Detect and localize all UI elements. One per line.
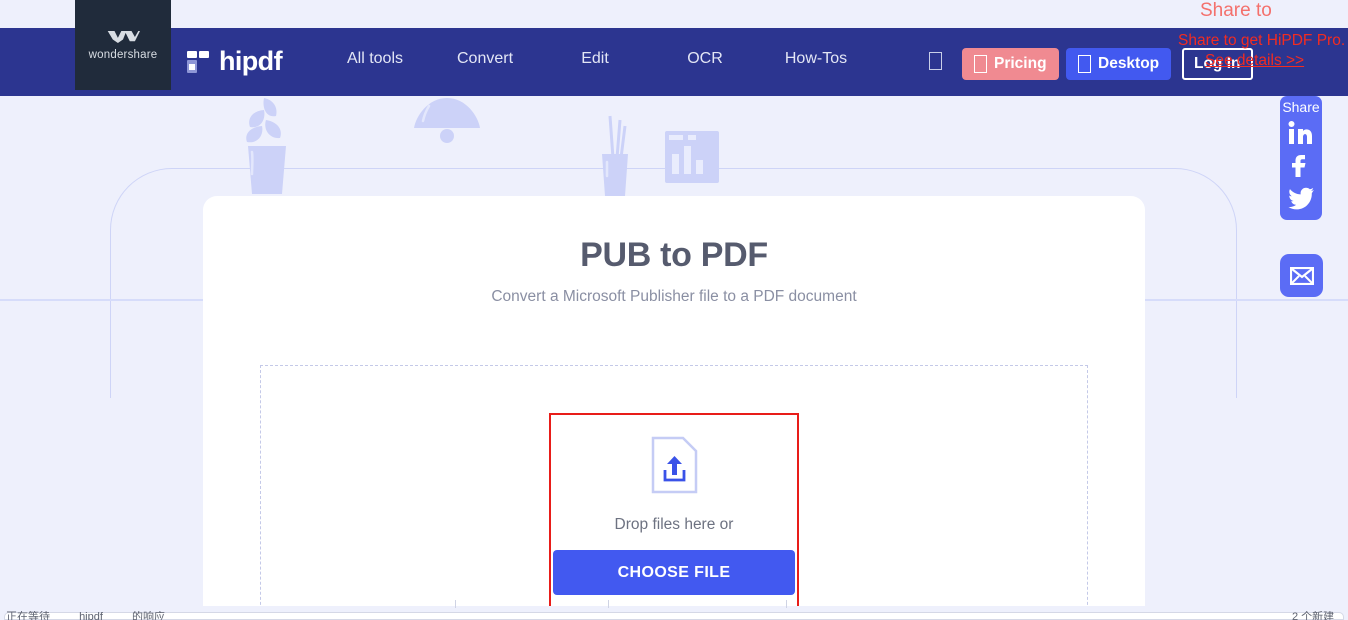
top-strip	[0, 0, 1348, 28]
pricing-missing-glyph-box-icon	[974, 55, 987, 73]
browser-status-panel	[4, 612, 1344, 620]
small-chart-card-icon	[665, 131, 719, 183]
nav-item-all-tools[interactable]: All tools	[320, 50, 430, 68]
main-nav: All tools Convert Edit OCR How-Tos	[320, 50, 872, 68]
bottom-divider-1	[455, 600, 456, 608]
nav-item-how-tos[interactable]: How-Tos	[760, 50, 872, 68]
desktop-missing-glyph-box-icon	[1078, 55, 1091, 73]
page-title: PUB to PDF	[580, 236, 768, 274]
file-upload-icon	[651, 436, 697, 494]
wondershare-brand-block[interactable]: wondershare	[75, 0, 171, 90]
hipdf-wordmark: hipdf	[219, 46, 283, 76]
browser-downloads-text: 2 个新建	[1292, 611, 1335, 620]
hipdf-logo[interactable]: hipdf	[186, 46, 283, 77]
share-rail: Share	[1280, 96, 1322, 220]
missing-glyph-box-icon[interactable]	[929, 52, 942, 70]
status-part-1: 正在等待	[6, 611, 50, 620]
page-subtitle: Convert a Microsoft Publisher file to a …	[491, 288, 857, 305]
app-root: wondershare hipdf All tools Convert Edit…	[0, 0, 1348, 620]
share-rail-label: Share	[1282, 99, 1320, 115]
tofu-glyph	[929, 52, 942, 70]
drop-files-label: Drop files here or	[614, 516, 734, 533]
annotation-see-details-link[interactable]: See details >>	[1205, 52, 1304, 70]
potted-plant-icon	[246, 98, 286, 194]
nav-item-convert[interactable]: Convert	[430, 50, 540, 68]
facebook-icon[interactable]	[1286, 150, 1316, 180]
choose-file-button[interactable]: CHOOSE FILE	[553, 550, 795, 595]
email-icon	[1289, 266, 1314, 285]
nav-item-ocr[interactable]: OCR	[650, 50, 760, 68]
pricing-button[interactable]: Pricing	[962, 48, 1059, 80]
annotation-promo-text: Share to get HiPDF Pro.	[1178, 32, 1346, 49]
email-share-button[interactable]	[1280, 254, 1323, 297]
twitter-icon[interactable]	[1286, 182, 1316, 212]
status-part-2: hipdf	[79, 611, 103, 620]
upload-widget: Drop files here or CHOOSE FILE	[553, 436, 795, 595]
hipdf-mark-icon	[187, 50, 209, 73]
hanging-lamp-icon	[414, 98, 480, 143]
wondershare-w-logo	[107, 31, 140, 43]
bottom-divider-2	[608, 600, 609, 608]
status-part-3: 的响应	[131, 611, 165, 620]
desktop-label: Desktop	[1098, 55, 1160, 72]
pricing-label: Pricing	[994, 55, 1047, 72]
desktop-button[interactable]: Desktop	[1066, 48, 1172, 80]
nav-item-edit[interactable]: Edit	[540, 50, 650, 68]
linkedin-icon[interactable]	[1286, 118, 1316, 148]
wondershare-label: wondershare	[88, 49, 158, 61]
annotation-share-to: Share to	[1200, 0, 1272, 21]
pen-cup-icon	[602, 115, 628, 196]
browser-status-text: 正在等待 hipdf 的响应	[6, 611, 191, 620]
bottom-divider-3	[786, 600, 787, 608]
